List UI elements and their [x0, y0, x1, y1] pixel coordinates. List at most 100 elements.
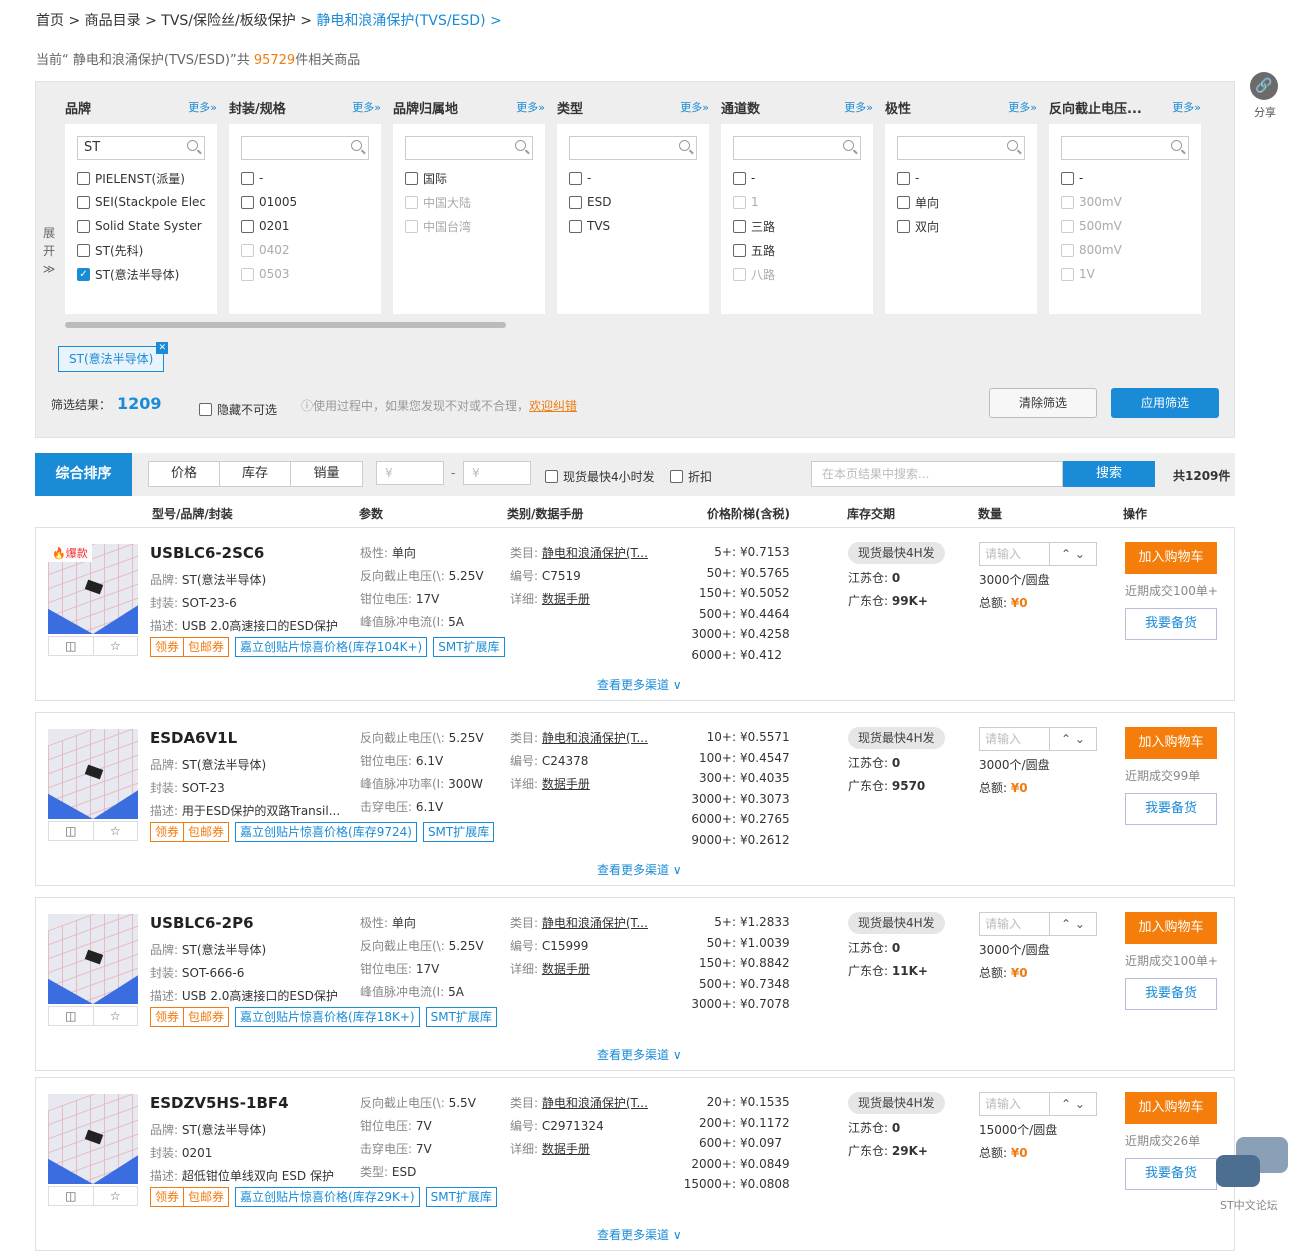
breadcrumb-catalog[interactable]: 商品目录 — [85, 13, 141, 29]
filter-option[interactable]: ST(先科) — [77, 238, 205, 262]
datasheet-link[interactable]: 数据手册 — [542, 592, 590, 606]
filter-option[interactable]: - — [897, 166, 1025, 190]
filter-option[interactable]: 0503 — [241, 262, 369, 286]
filter-option[interactable]: 三路 — [733, 214, 861, 238]
fast-ship-checkbox[interactable]: 现货最快4小时发 — [545, 468, 655, 485]
forum-chat-widget[interactable]: ST中文论坛 — [1216, 1137, 1288, 1213]
filter-option[interactable]: PIELENST(派量) — [77, 166, 205, 190]
filter-search-input[interactable]: ST — [77, 136, 205, 160]
shipping-coupon-badge[interactable]: 包邮券 — [183, 822, 230, 842]
breadcrumb-current[interactable]: 静电和浪涌保护(TVS/ESD) > — [316, 13, 501, 29]
expand-toggle[interactable]: 展开 ≫ — [42, 224, 56, 278]
star-icon[interactable]: ☆ — [94, 822, 138, 840]
product-image[interactable] — [48, 1094, 138, 1184]
smt-price-badge[interactable]: 嘉立创贴片惊喜价格(库存9724) — [235, 822, 417, 842]
filter-search-input[interactable] — [405, 136, 533, 160]
sort-sales[interactable]: 销量 — [291, 462, 362, 486]
quantity-input[interactable]: 请输入 ⌃ ⌄ — [979, 1092, 1097, 1116]
more-channels-link[interactable]: 查看更多渠道 ∨ — [597, 676, 682, 693]
coupon-badge[interactable]: 领券 — [150, 637, 185, 657]
star-icon[interactable]: ☆ — [94, 1007, 138, 1025]
breadcrumb-category[interactable]: TVS/保险丝/板级保护 — [161, 13, 295, 29]
more-channels-link[interactable]: 查看更多渠道 ∨ — [597, 1046, 682, 1063]
coupon-badge[interactable]: 领券 — [150, 1007, 185, 1027]
filter-more-link[interactable]: 更多» — [516, 99, 545, 115]
smt-price-badge[interactable]: 嘉立创贴片惊喜价格(库存104K+) — [235, 637, 428, 657]
product-image[interactable]: 🔥爆款 — [48, 544, 138, 634]
star-icon[interactable]: ☆ — [94, 637, 138, 655]
filter-more-link[interactable]: 更多» — [1008, 99, 1037, 115]
product-image[interactable] — [48, 729, 138, 819]
smt-price-badge[interactable]: 嘉立创贴片惊喜价格(库存18K+) — [235, 1007, 420, 1027]
part-number[interactable]: USBLC6-2P6 — [150, 914, 254, 932]
filter-option[interactable]: 0201 — [241, 214, 369, 238]
filter-option[interactable]: - — [733, 166, 861, 190]
filter-option[interactable]: 中国台湾 — [405, 214, 533, 238]
more-channels-link[interactable]: 查看更多渠道 ∨ — [597, 1226, 682, 1243]
compare-icon[interactable]: ◫ — [49, 637, 94, 655]
price-min-input[interactable]: ¥ — [376, 461, 444, 485]
filter-search-input[interactable] — [1061, 136, 1189, 160]
clear-filter-button[interactable]: 清除筛选 — [989, 388, 1097, 418]
backorder-button[interactable]: 我要备货 — [1125, 608, 1217, 640]
part-number[interactable]: ESDA6V1L — [150, 729, 237, 747]
filter-more-link[interactable]: 更多» — [352, 99, 381, 115]
coupon-badge[interactable]: 领券 — [150, 1187, 185, 1207]
filter-option[interactable]: 01005 — [241, 190, 369, 214]
datasheet-link[interactable]: 数据手册 — [542, 777, 590, 791]
filter-option[interactable]: SEI(Stackpole Elec — [77, 190, 205, 214]
compare-icon[interactable]: ◫ — [49, 1007, 94, 1025]
backorder-button[interactable]: 我要备货 — [1125, 978, 1217, 1010]
search-input[interactable]: 在本页结果中搜索... — [811, 461, 1063, 487]
close-icon[interactable]: ✕ — [156, 342, 169, 354]
feedback-link[interactable]: 欢迎纠错 — [529, 399, 577, 413]
selected-filter-tag[interactable]: ST(意法半导体) ✕ — [58, 342, 169, 372]
filter-option[interactable]: TVS — [569, 214, 697, 238]
quantity-input[interactable]: 请输入 ⌃ ⌄ — [979, 727, 1097, 751]
filter-search-input[interactable] — [241, 136, 369, 160]
part-number[interactable]: ESDZV5HS-1BF4 — [150, 1094, 289, 1112]
smt-lib-badge[interactable]: SMT扩展库 — [433, 637, 505, 657]
category-link[interactable]: 静电和浪涌保护(T... — [542, 916, 648, 930]
filter-more-link[interactable]: 更多» — [188, 99, 217, 115]
filter-option[interactable]: 中国大陆 — [405, 190, 533, 214]
sort-stock[interactable]: 库存 — [220, 462, 291, 486]
filter-option[interactable]: 1 — [733, 190, 861, 214]
category-link[interactable]: 静电和浪涌保护(T... — [542, 546, 648, 560]
filter-option[interactable]: - — [569, 166, 697, 190]
shipping-coupon-badge[interactable]: 包邮券 — [183, 637, 230, 657]
filter-search-input[interactable] — [733, 136, 861, 160]
smt-lib-badge[interactable]: SMT扩展库 — [425, 1007, 497, 1027]
share-button[interactable]: 🔗 分享 — [1250, 72, 1280, 120]
quantity-input[interactable]: 请输入 ⌃ ⌄ — [979, 542, 1097, 566]
breadcrumb-home[interactable]: 首页 — [36, 13, 64, 29]
filter-more-link[interactable]: 更多» — [680, 99, 709, 115]
compare-icon[interactable]: ◫ — [49, 1187, 94, 1205]
shipping-coupon-badge[interactable]: 包邮券 — [183, 1187, 230, 1207]
smt-lib-badge[interactable]: SMT扩展库 — [422, 822, 495, 842]
more-channels-link[interactable]: 查看更多渠道 ∨ — [597, 861, 682, 878]
discount-checkbox[interactable]: 折扣 — [670, 468, 712, 485]
quantity-input[interactable]: 请输入 ⌃ ⌄ — [979, 912, 1097, 936]
datasheet-link[interactable]: 数据手册 — [542, 1142, 590, 1156]
part-number[interactable]: USBLC6-2SC6 — [150, 544, 264, 562]
filter-search-input[interactable] — [897, 136, 1025, 160]
sort-price[interactable]: 价格 — [149, 462, 220, 486]
add-to-cart-button[interactable]: 加入购物车 — [1125, 542, 1217, 574]
smt-lib-badge[interactable]: SMT扩展库 — [425, 1187, 497, 1207]
filter-option[interactable]: 单向 — [897, 190, 1025, 214]
filter-option[interactable]: 500mV — [1061, 214, 1189, 238]
filter-option[interactable]: 800mV — [1061, 238, 1189, 262]
search-button[interactable]: 搜索 — [1063, 461, 1155, 487]
filter-option[interactable]: 五路 — [733, 238, 861, 262]
filter-option[interactable]: 八路 — [733, 262, 861, 286]
star-icon[interactable]: ☆ — [94, 1187, 138, 1205]
filter-option[interactable]: 双向 — [897, 214, 1025, 238]
filter-option[interactable]: Solid State Syster — [77, 214, 205, 238]
filter-option[interactable]: ✓ ST(意法半导体) — [77, 262, 205, 286]
filter-search-input[interactable] — [569, 136, 697, 160]
filter-option[interactable]: ESD — [569, 190, 697, 214]
category-link[interactable]: 静电和浪涌保护(T... — [542, 1096, 648, 1110]
compare-icon[interactable]: ◫ — [49, 822, 94, 840]
backorder-button[interactable]: 我要备货 — [1125, 1158, 1217, 1190]
